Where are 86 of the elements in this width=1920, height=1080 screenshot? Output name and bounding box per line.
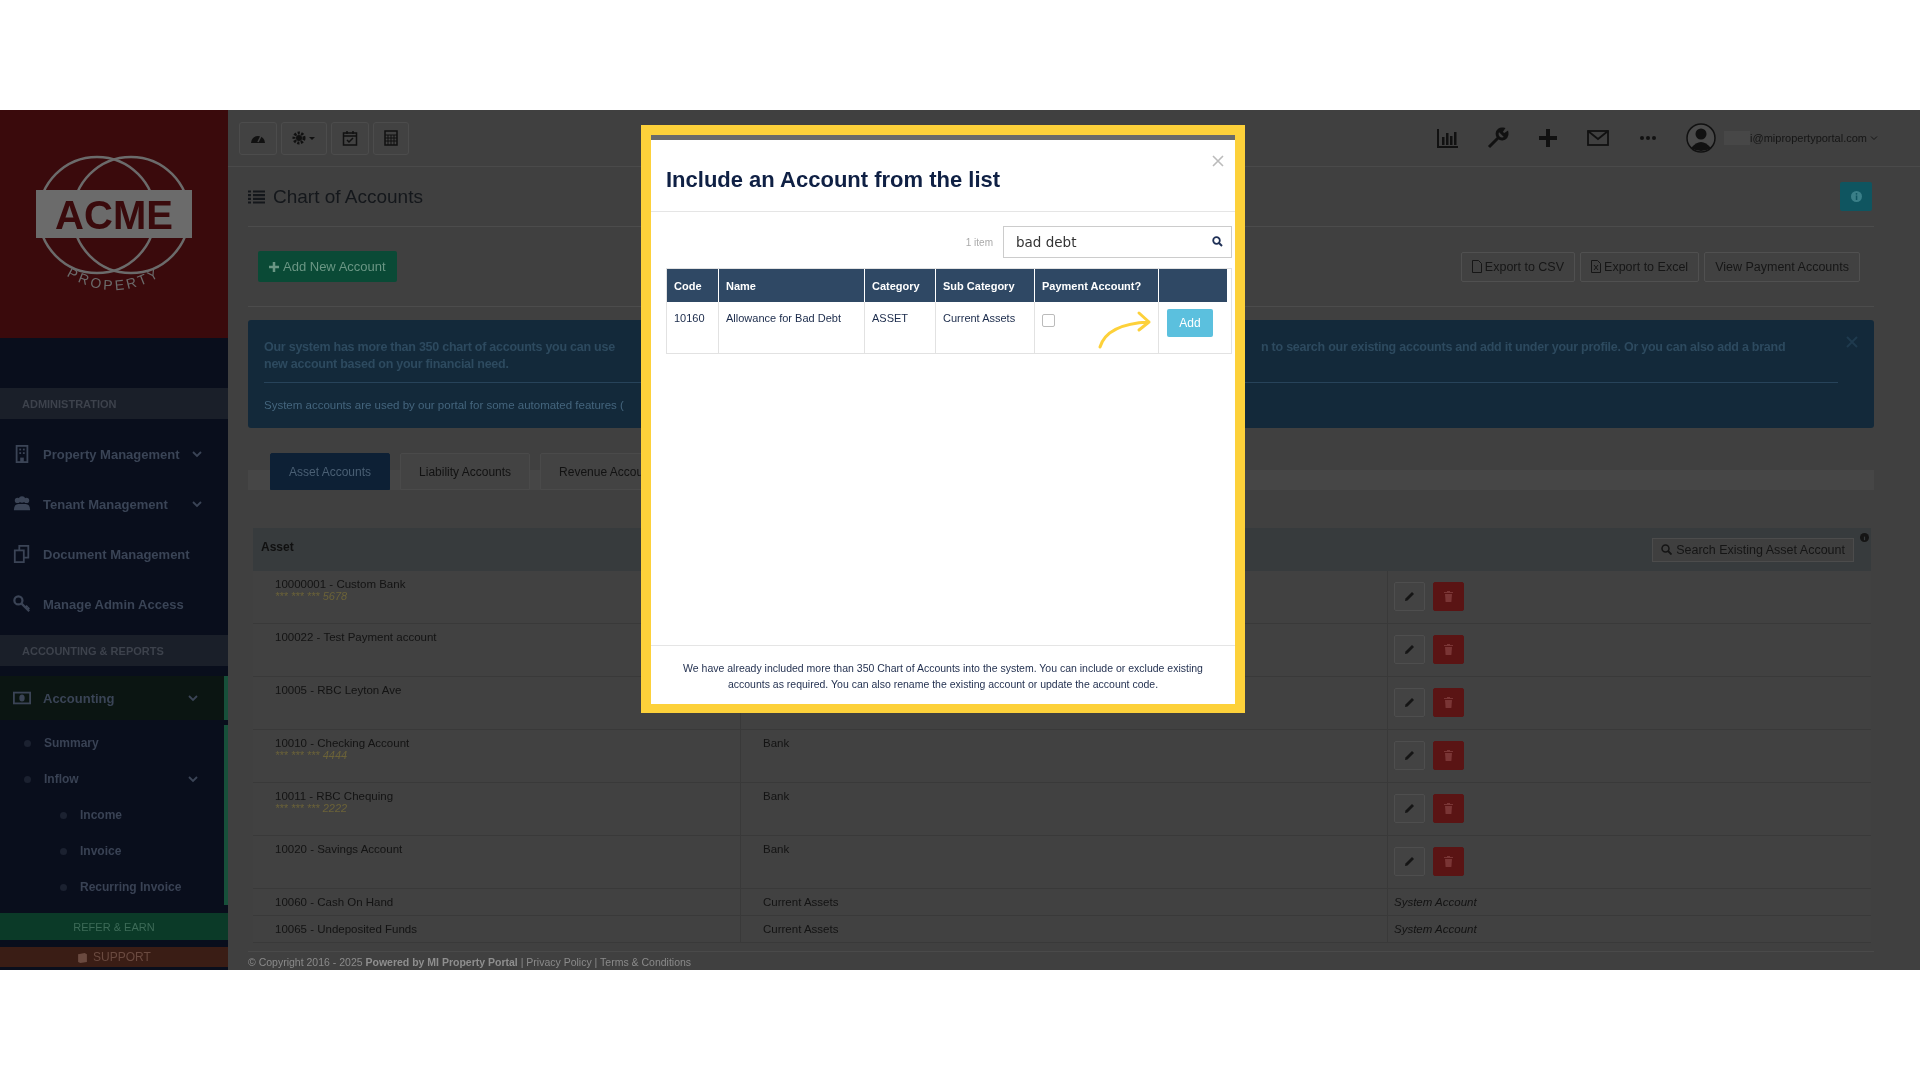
modal-title: Include an Account from the list: [666, 166, 1001, 193]
logo[interactable]: ACME PROPERTY: [0, 110, 228, 338]
calculator-icon: [384, 130, 398, 146]
list-icon: [248, 189, 265, 204]
pencil-icon: [1404, 697, 1415, 708]
delete-button[interactable]: [1433, 635, 1464, 664]
nav-subitem[interactable]: Recurring Invoice: [0, 869, 228, 905]
modal-note: We have already included more than 350 Chart of Accounts into the system. You can include or exclude existing accounts as required. You can also rename the existing account or update the account code.: [683, 662, 1203, 690]
pencil-icon: [1404, 644, 1415, 655]
trash-icon: [1444, 591, 1453, 602]
calculator-button[interactable]: [373, 121, 409, 155]
column-header: Category: [865, 269, 936, 302]
delete-button[interactable]: [1433, 741, 1464, 770]
edit-button[interactable]: [1394, 847, 1425, 876]
avatar-icon[interactable]: [1686, 123, 1717, 153]
nav-item[interactable]: Document Management: [0, 529, 228, 579]
pencil-icon: [1404, 803, 1415, 814]
settings-icon: [292, 131, 316, 145]
edit-button[interactable]: [1394, 741, 1425, 770]
nav-item[interactable]: Manage Admin Access: [0, 579, 228, 629]
nav-item[interactable]: Accounting: [0, 676, 228, 720]
pencil-icon: [1404, 591, 1415, 602]
close-button[interactable]: [1211, 154, 1225, 168]
edit-button[interactable]: [1394, 635, 1425, 664]
chevron-icon: [192, 499, 202, 509]
add-account-button[interactable]: Add New Account: [258, 251, 397, 282]
trash-icon: [1444, 803, 1453, 814]
trash-icon: [1444, 644, 1453, 655]
footer-text: © Copyright 2016 - 2025 Powered by MI Property Portal | Privacy Policy | Terms & Conditions: [248, 951, 1874, 968]
search-icon[interactable]: [1212, 236, 1223, 247]
result-count: 1 item: [965, 236, 993, 248]
close-icon: [1211, 154, 1225, 168]
delete-button[interactable]: [1433, 688, 1464, 717]
info-button[interactable]: [1840, 182, 1872, 211]
wrench-icon[interactable]: [1486, 126, 1511, 150]
add-button[interactable]: Add: [1167, 309, 1213, 337]
table-cell: Allowance for Bad Debt: [719, 302, 865, 353]
table-cell: ASSET: [865, 302, 936, 353]
search-field[interactable]: bad debt: [1003, 226, 1232, 258]
bar-chart-icon[interactable]: [1436, 126, 1461, 150]
banknote-icon: [13, 689, 31, 707]
search-icon: [1661, 544, 1673, 555]
calendar-button[interactable]: [331, 121, 369, 155]
trash-icon: [1444, 697, 1453, 708]
chevron-icon: [188, 693, 198, 703]
delete-button[interactable]: [1433, 847, 1464, 876]
chevron-icon: [188, 774, 198, 784]
nav-subitem[interactable]: Income: [0, 797, 228, 833]
delete-button[interactable]: [1433, 794, 1464, 823]
nav-subitem[interactable]: Invoice: [0, 833, 228, 869]
alert-note: System accounts are used by our portal for some automated features (: [264, 399, 624, 411]
key-icon: [13, 595, 31, 613]
tab[interactable]: Asset Accounts: [270, 453, 391, 490]
edit-button[interactable]: [1394, 794, 1425, 823]
plus-icon: [269, 261, 279, 272]
table-cell: 10160: [667, 302, 719, 353]
nav-subitem[interactable]: Inflow: [0, 761, 228, 797]
pencil-icon: [1404, 750, 1415, 761]
table-cell: Current Assets: [936, 302, 1035, 353]
nav-item[interactable]: Property Management: [0, 429, 228, 479]
trash-icon: [1444, 856, 1453, 867]
column-header: Sub Category: [936, 269, 1035, 302]
settings-button[interactable]: [281, 121, 327, 155]
chevron-icon: [192, 449, 202, 459]
column-header: Name: [719, 269, 865, 302]
column-header: Code: [667, 269, 719, 302]
info-icon[interactable]: [1860, 533, 1869, 542]
file-icon: [1591, 260, 1602, 273]
column-header: Payment Account?: [1035, 269, 1159, 302]
info-icon: [1850, 191, 1862, 202]
nav-subitem[interactable]: Summary: [0, 725, 228, 761]
edit-button[interactable]: [1394, 582, 1425, 611]
edit-button[interactable]: [1394, 688, 1425, 717]
trash-icon: [1444, 750, 1453, 761]
users-icon: [13, 495, 31, 513]
dashboard-button[interactable]: [239, 121, 277, 155]
calendar-icon: [342, 130, 358, 146]
building-icon: [13, 445, 31, 463]
delete-button[interactable]: [1433, 582, 1464, 611]
pencil-icon: [1404, 856, 1415, 867]
file-icon: [1471, 260, 1482, 273]
curved-arrow: [1097, 310, 1153, 350]
documents-icon: [13, 545, 31, 563]
checkbox[interactable]: [1042, 314, 1055, 327]
nav-item[interactable]: Tenant Management: [0, 479, 228, 529]
book-icon: [77, 951, 89, 963]
